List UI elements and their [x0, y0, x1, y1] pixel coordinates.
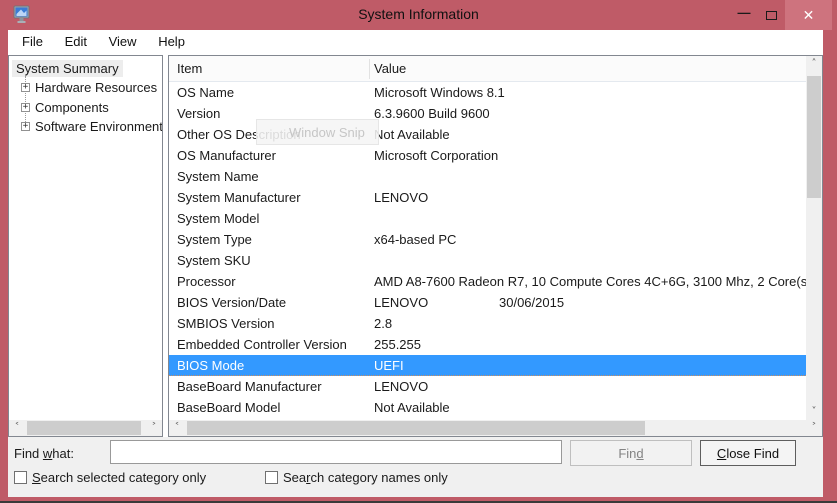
- scrollbar-thumb[interactable]: [27, 421, 141, 435]
- table-row[interactable]: ProcessorAMD A8-7600 Radeon R7, 10 Compu…: [169, 271, 806, 292]
- tree-item-components[interactable]: + Components: [9, 100, 162, 117]
- maximize-icon: [766, 11, 777, 20]
- tree-horizontal-scrollbar[interactable]: ˂ ˃: [9, 420, 162, 436]
- tree-item-software-environment[interactable]: + Software Environment: [9, 119, 162, 136]
- tree-item-hardware-resources[interactable]: + Hardware Resources: [9, 80, 162, 97]
- menu-bar: File Edit View Help: [8, 30, 823, 55]
- system-information-window: System Information — ✕ File Edit View He…: [0, 0, 837, 503]
- table-row[interactable]: SMBIOS Version2.8: [169, 313, 806, 334]
- table-row[interactable]: System Model: [169, 208, 806, 229]
- tree-item-system-summary[interactable]: System Summary: [12, 60, 123, 77]
- expand-plus-icon[interactable]: +: [21, 103, 30, 112]
- table-row[interactable]: BIOS Version/DateLENOVO30/06/2015: [169, 292, 806, 313]
- find-panel: Find what: Find Close Find Search select…: [8, 437, 823, 497]
- client-area: File Edit View Help System Summary + Har…: [8, 30, 823, 497]
- close-icon: ✕: [803, 7, 815, 24]
- snip-tooltip-ghost: Window Snip: [256, 119, 379, 145]
- close-find-button[interactable]: Close Find: [700, 440, 796, 466]
- titlebar[interactable]: System Information — ✕: [0, 0, 837, 30]
- scroll-right-icon[interactable]: ˃: [146, 420, 162, 436]
- table-row[interactable]: System Typex64-based PC: [169, 229, 806, 250]
- menu-edit[interactable]: Edit: [56, 30, 96, 55]
- scrollbar-thumb[interactable]: [807, 76, 821, 198]
- menu-help[interactable]: Help: [149, 30, 194, 55]
- find-input[interactable]: [110, 440, 562, 464]
- checkbox-unchecked-icon[interactable]: [14, 471, 27, 484]
- search-category-names-option[interactable]: Search category names only: [265, 470, 448, 488]
- checkbox-unchecked-icon[interactable]: [265, 471, 278, 484]
- table-row[interactable]: System ManufacturerLENOVO: [169, 187, 806, 208]
- table-row-selected[interactable]: BIOS ModeUEFI: [169, 355, 806, 376]
- minimize-button[interactable]: —: [729, 0, 757, 30]
- table-header: Item Value: [169, 56, 806, 82]
- minimize-icon: —: [738, 5, 749, 20]
- table-row[interactable]: System Name: [169, 166, 806, 187]
- maximize-button[interactable]: [757, 0, 785, 30]
- menu-view[interactable]: View: [100, 30, 146, 55]
- window-title: System Information: [0, 6, 837, 22]
- find-what-label: Find what:: [14, 446, 74, 461]
- table-row[interactable]: BaseBoard ModelNot Available: [169, 397, 806, 418]
- table-row[interactable]: OS ManufacturerMicrosoft Corporation: [169, 145, 806, 166]
- table-row[interactable]: System SKU: [169, 250, 806, 271]
- column-header-item[interactable]: Item: [177, 61, 202, 76]
- scroll-down-icon[interactable]: ˅: [806, 404, 822, 420]
- scroll-up-icon[interactable]: ˄: [806, 56, 822, 72]
- column-separator[interactable]: [369, 59, 370, 79]
- scrollbar-thumb[interactable]: [187, 421, 645, 435]
- scroll-right-icon[interactable]: ˃: [806, 420, 822, 436]
- details-vertical-scrollbar[interactable]: ˄ ˅: [806, 56, 822, 420]
- scroll-left-icon[interactable]: ˂: [9, 420, 25, 436]
- category-tree-pane: System Summary + Hardware Resources + Co…: [8, 55, 163, 437]
- expand-plus-icon[interactable]: +: [21, 83, 30, 92]
- details-horizontal-scrollbar[interactable]: ˂ ˃: [169, 420, 822, 436]
- find-button[interactable]: Find: [570, 440, 692, 466]
- expand-plus-icon[interactable]: +: [21, 122, 30, 131]
- scroll-left-icon[interactable]: ˂: [169, 420, 185, 436]
- details-pane: Item Value Window Snip OS NameMicrosoft …: [168, 55, 823, 437]
- close-button[interactable]: ✕: [785, 0, 832, 30]
- table-row[interactable]: OS NameMicrosoft Windows 8.1: [169, 82, 806, 103]
- column-header-value[interactable]: Value: [374, 61, 406, 76]
- search-selected-category-option[interactable]: Search selected category only: [14, 470, 206, 488]
- table-row[interactable]: Embedded Controller Version255.255: [169, 334, 806, 355]
- menu-file[interactable]: File: [13, 30, 52, 55]
- table-row[interactable]: BaseBoard ManufacturerLENOVO: [169, 376, 806, 397]
